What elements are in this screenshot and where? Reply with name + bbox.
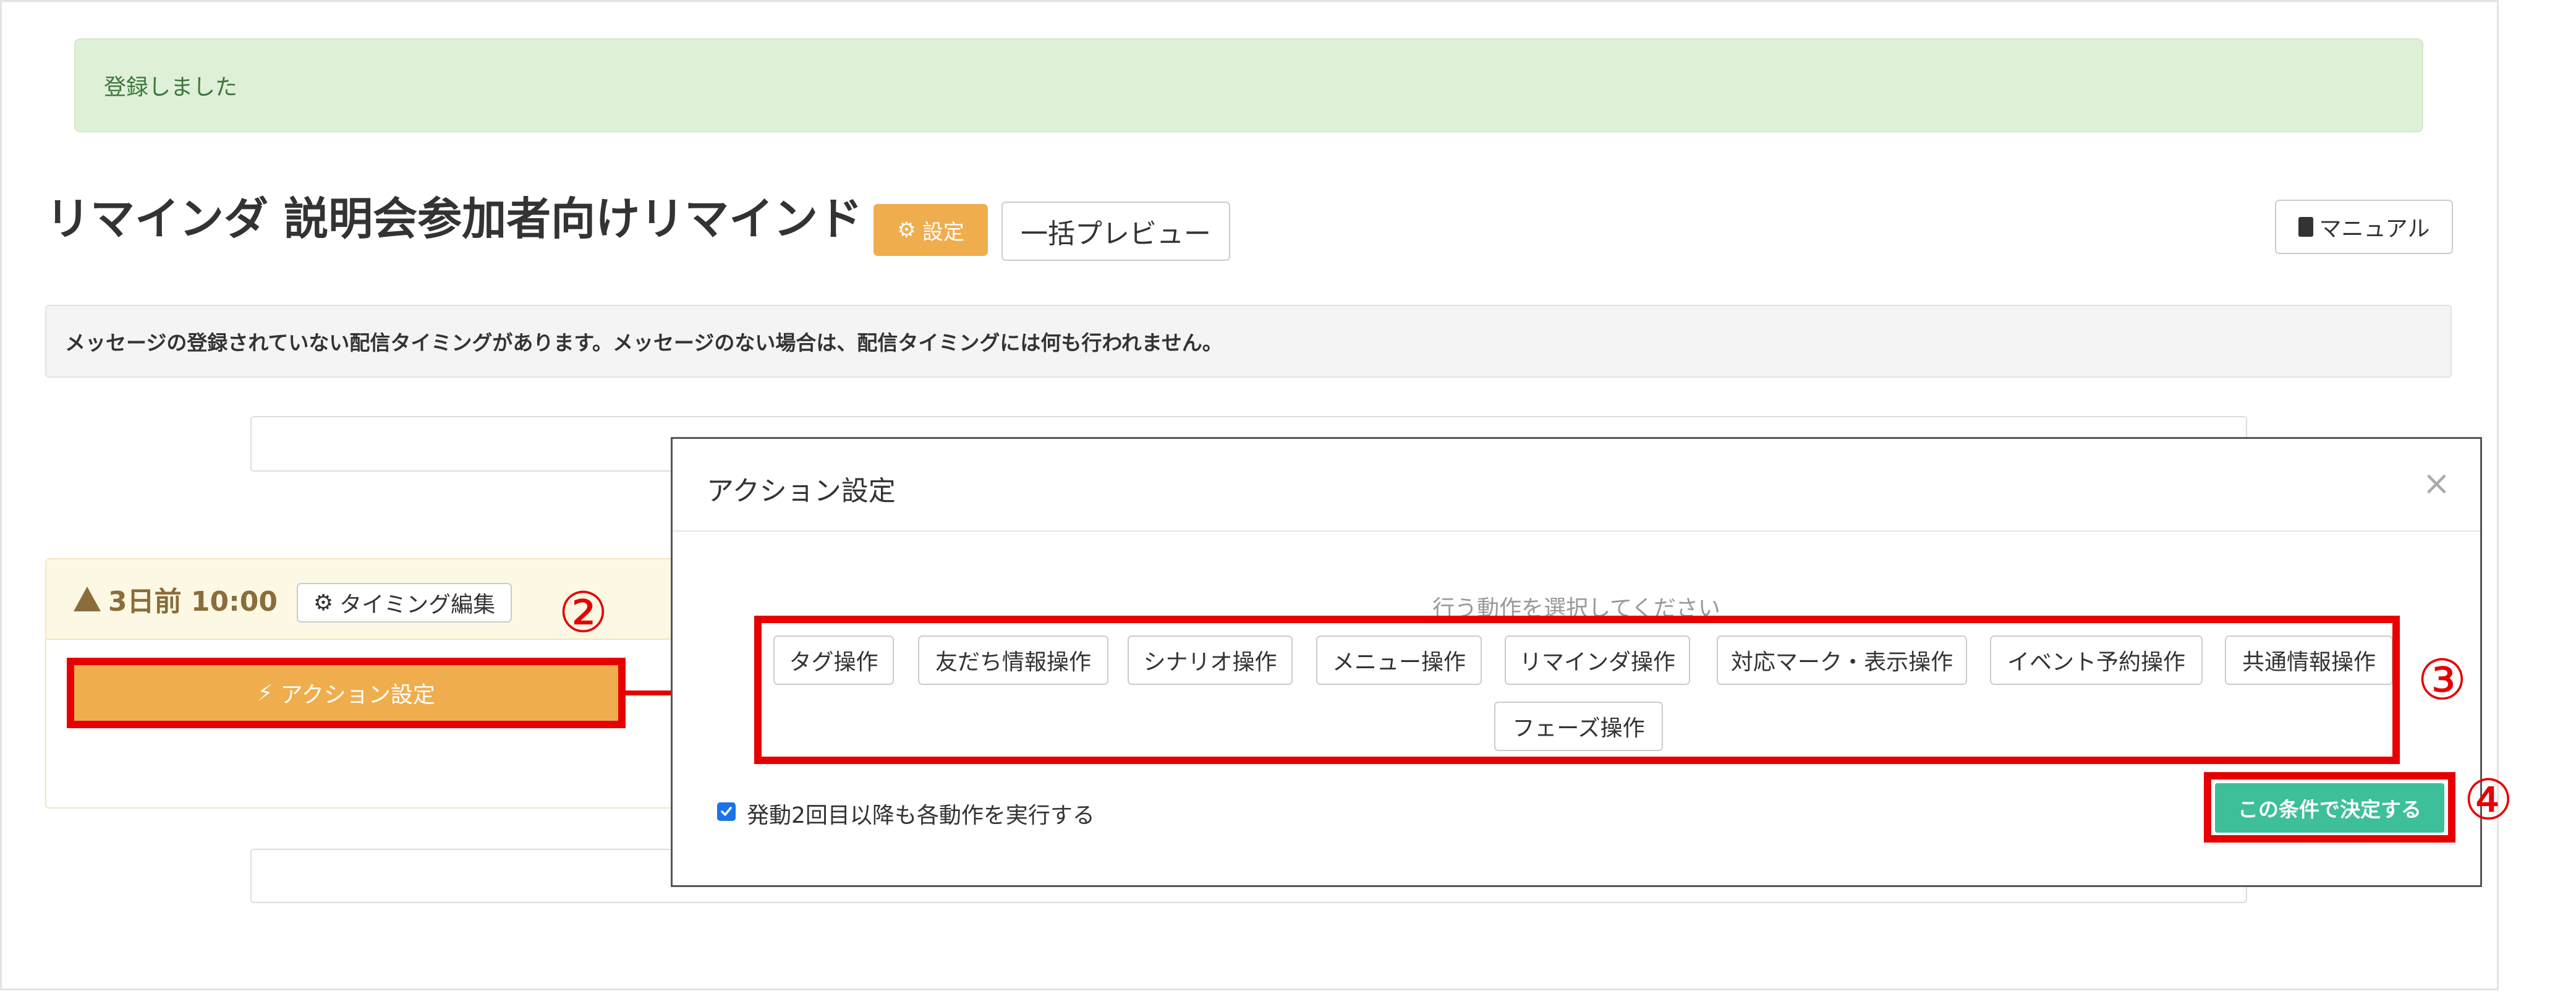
highlight-operations bbox=[754, 616, 2400, 764]
warning-bar: メッセージの登録されていない配信タイミングがあります。メッセージのない場合は、配… bbox=[45, 305, 2452, 378]
check-icon bbox=[721, 807, 732, 816]
timing-edit-button[interactable]: ⚙ タイミング編集 bbox=[297, 583, 512, 622]
repeat-checkbox[interactable] bbox=[717, 802, 736, 821]
settings-button[interactable]: ⚙ 設定 bbox=[874, 204, 988, 256]
highlight-submit bbox=[2204, 772, 2455, 843]
step4-marker: ④ bbox=[2463, 768, 2514, 833]
modal-title: アクション設定 bbox=[707, 475, 896, 507]
warning-message: メッセージの登録されていない配信タイミングがあります。メッセージのない場合は、配… bbox=[65, 331, 1223, 355]
bulk-preview-label: 一括プレビュー bbox=[1021, 218, 1211, 250]
manual-label: マニュアル bbox=[2319, 216, 2430, 242]
gear-icon: ⚙ bbox=[897, 218, 916, 242]
timing-label: 3日前 10:00 bbox=[74, 579, 278, 619]
timing-edit-label: タイミング編集 bbox=[339, 592, 496, 618]
settings-label: 設定 bbox=[922, 219, 964, 245]
warning-icon bbox=[74, 587, 101, 611]
step2-marker: ② bbox=[558, 580, 608, 645]
page-title: リマインダ 説明会参加者向けリマインド bbox=[46, 193, 863, 245]
success-alert: 登録しました bbox=[74, 38, 2423, 132]
modal-divider bbox=[673, 530, 2480, 532]
manual-button[interactable]: マニュアル bbox=[2275, 200, 2453, 254]
gear-icon: ⚙ bbox=[313, 590, 334, 616]
highlight-action-button bbox=[67, 658, 626, 728]
book-icon bbox=[2298, 217, 2313, 237]
repeat-checkbox-label: 発動2回目以降も各動作を実行する bbox=[747, 803, 1095, 828]
close-icon[interactable]: × bbox=[2423, 464, 2451, 503]
step3-marker: ③ bbox=[2417, 648, 2467, 713]
bulk-preview-button[interactable]: 一括プレビュー bbox=[1001, 202, 1230, 261]
timing-text: 3日前 10:00 bbox=[108, 586, 278, 618]
alert-message: 登録しました bbox=[104, 75, 238, 100]
